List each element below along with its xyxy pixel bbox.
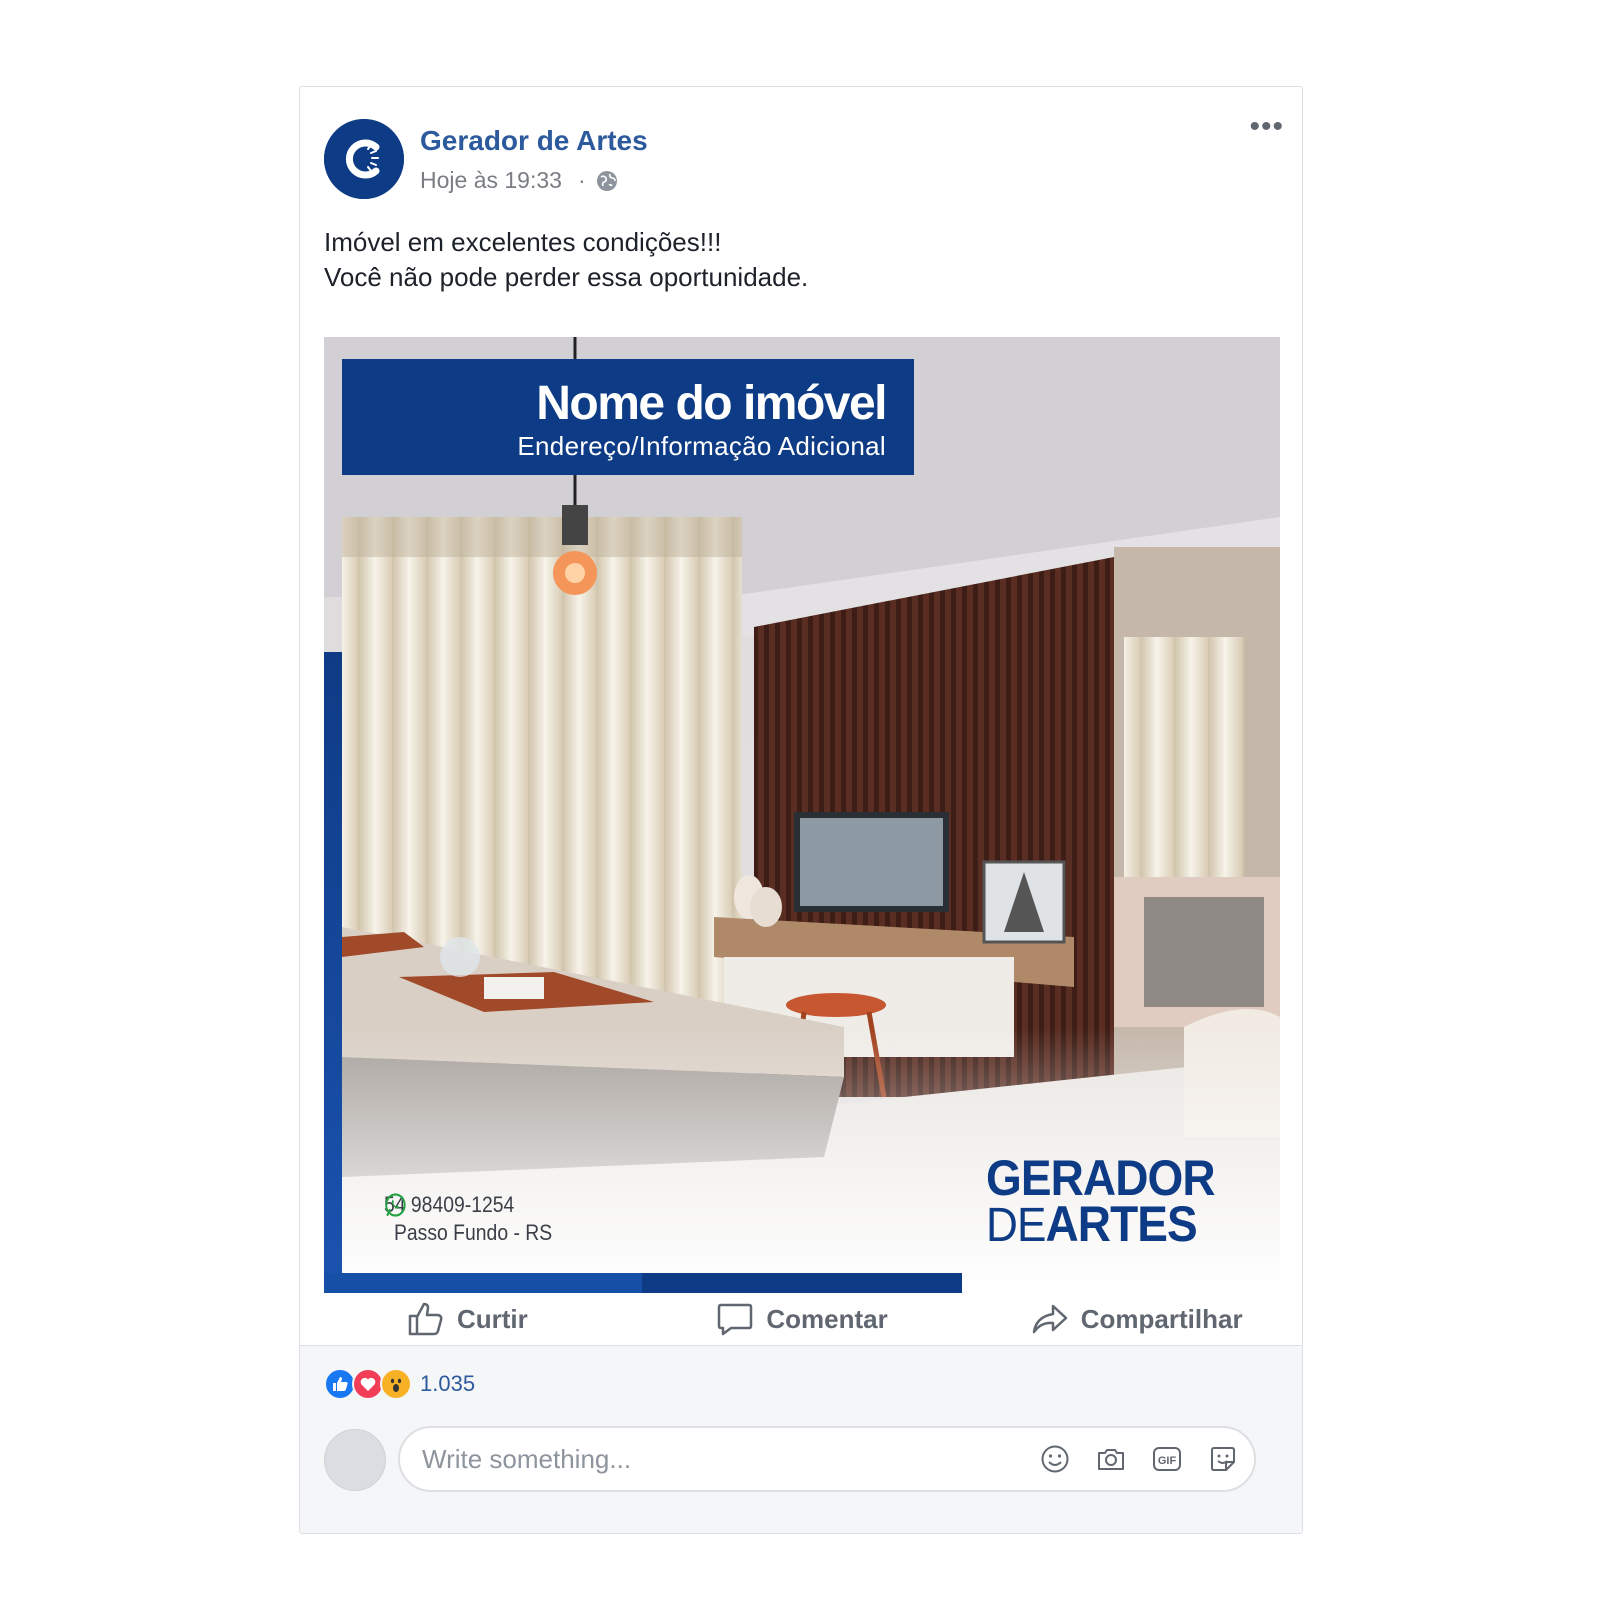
reactions-summary[interactable]: 1.035	[324, 1368, 475, 1400]
brand-line-1: GERADOR	[986, 1150, 1216, 1206]
comment-icon	[718, 1303, 753, 1336]
brand-line-2: DEARTES	[986, 1199, 1215, 1252]
thumbs-up-icon	[408, 1302, 443, 1336]
post-footer: 1.035 GIF	[300, 1345, 1302, 1533]
more-options-button[interactable]: •••	[1249, 112, 1284, 142]
logo-icon	[324, 119, 404, 199]
accent-bar-left	[324, 652, 342, 1293]
brand-artes: ARTES	[1045, 1196, 1198, 1252]
whatsapp-icon	[385, 1193, 406, 1217]
like-label: Curtir	[456, 1303, 528, 1334]
globe-icon[interactable]	[596, 170, 618, 192]
share-label: Compartilhar	[1080, 1303, 1243, 1334]
user-avatar	[324, 1429, 386, 1491]
city-label: Passo Fundo - RS	[394, 1220, 553, 1245]
svg-text:GIF: GIF	[1158, 1455, 1177, 1467]
comment-button[interactable]: Comentar	[635, 1293, 970, 1345]
brand-logo: GERADOR DEARTES	[986, 1150, 1235, 1252]
post-card: Gerador de Artes Hoje às 19:33 · ••• Imó…	[299, 86, 1303, 1534]
contact-info: 54 98409-1254 Passo Fundo - RS	[384, 1192, 574, 1246]
page-name-link[interactable]: Gerador de Artes	[420, 125, 648, 157]
share-icon	[1032, 1304, 1068, 1334]
comment-field[interactable]: GIF	[398, 1426, 1256, 1492]
post-timestamp[interactable]: Hoje às 19:33	[420, 167, 562, 194]
property-address: Endereço/Informação Adicional	[517, 431, 886, 461]
post-text: Imóvel em excelentes condições!!! Você n…	[324, 225, 808, 295]
page-avatar[interactable]	[324, 119, 404, 199]
comment-label: Comentar	[766, 1303, 888, 1334]
meta-separator: ·	[577, 167, 586, 193]
post-image[interactable]: Nome do imóvel Endereço/Informação Adici…	[324, 337, 1280, 1293]
share-button[interactable]: Compartilhar	[969, 1293, 1302, 1345]
post-meta: Hoje às 19:33 ·	[420, 167, 618, 194]
comment-input[interactable]	[422, 1428, 982, 1490]
property-title-box: Nome do imóvel Endereço/Informação Adici…	[342, 359, 914, 475]
brand-de: DE	[986, 1199, 1046, 1252]
property-name: Nome do imóvel	[536, 377, 887, 430]
camera-icon[interactable]	[1094, 1442, 1128, 1476]
comment-tools: GIF	[1016, 1442, 1240, 1476]
post-text-line: Você não pode perder essa oportunidade.	[324, 262, 809, 292]
post-actions: Curtir Comentar Compartilhar	[300, 1293, 1302, 1345]
like-button[interactable]: Curtir	[300, 1293, 635, 1345]
post-text-line: Imóvel em excelentes condições!!!	[324, 227, 722, 257]
gif-icon[interactable]: GIF	[1150, 1442, 1184, 1476]
sticker-icon[interactable]	[1206, 1442, 1240, 1476]
accent-bar-bottom	[324, 1273, 642, 1293]
phone-row: 54 98409-1254	[384, 1192, 551, 1218]
wow-icon	[380, 1368, 412, 1400]
reaction-count[interactable]: 1.035	[420, 1371, 475, 1397]
emoji-icon[interactable]	[1038, 1442, 1072, 1476]
accent-bar-bottom	[642, 1273, 962, 1293]
